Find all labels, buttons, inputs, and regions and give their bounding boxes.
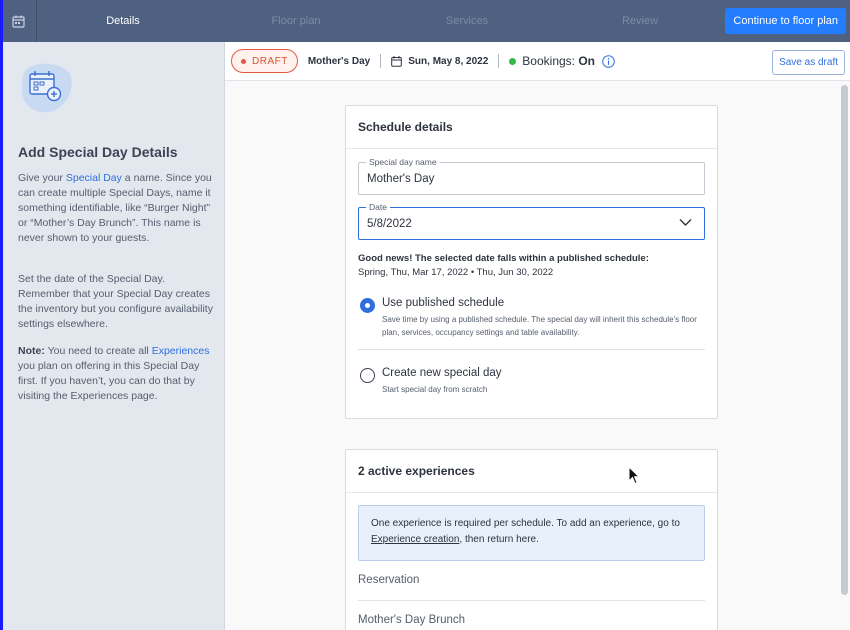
experience-item-mothers-day-brunch[interactable]: Mother's Day Brunch (358, 614, 705, 626)
divider (358, 349, 705, 350)
experience-item-reservation[interactable]: Reservation (358, 574, 705, 586)
help-sidebar: Add Special Day Details Give your Specia… (0, 42, 225, 630)
sidebar-paragraph-date: Set the date of the Special Day. Remembe… (18, 273, 213, 330)
sidebar-text-segment: you plan on offering in this Special Day… (18, 360, 200, 402)
active-experiences-card: 2 active experiences One experience is r… (345, 449, 718, 630)
status-badge-label: DRAFT (252, 55, 288, 67)
special-day-name-field[interactable]: Special day name Mother's Day (358, 157, 705, 195)
good-news-title: Good news! The selected date falls withi… (358, 253, 649, 264)
schedule-details-card: Schedule details Special day name Mother… (345, 105, 718, 419)
experience-creation-link[interactable]: Experience creation (371, 534, 459, 545)
radio-unselected-icon[interactable] (360, 368, 375, 383)
date-select[interactable]: Date 5/8/2022 (358, 202, 705, 240)
save-as-draft-button[interactable]: Save as draft (772, 50, 845, 75)
calendar-menu-button[interactable] (0, 0, 37, 42)
special-day-name: Mother's Day (307, 55, 371, 67)
option-title: Create new special day (382, 367, 502, 379)
sidebar-text-segment: Give your (18, 172, 66, 184)
special-day-name-label: Special day name (366, 157, 440, 167)
active-experiences-title: 2 active experiences (346, 450, 717, 493)
bookings-status-dot-icon (509, 57, 517, 65)
special-day-date: Sun, May 8, 2022 (408, 55, 489, 67)
option-description: Save time by using a published schedule.… (382, 315, 697, 337)
vertical-scrollbar[interactable] (841, 85, 848, 595)
mouse-cursor-icon (628, 466, 640, 485)
special-day-header: DRAFT Mother's Day Sun, May 8, 2022 Book… (225, 42, 850, 81)
date-value: 5/8/2022 (367, 218, 412, 230)
divider (380, 54, 382, 68)
sidebar-text-segment: You need to create all (44, 345, 152, 357)
step-services[interactable]: Services (446, 0, 488, 42)
bookings-status: Bookings: On (522, 54, 595, 68)
date-label: Date (366, 202, 390, 212)
step-floor-plan[interactable]: Floor plan (272, 0, 321, 42)
calendar-icon (11, 15, 25, 28)
experiences-link[interactable]: Experiences (152, 345, 210, 357)
create-new-special-day-option[interactable]: Create new special day Start special day… (358, 367, 705, 397)
radio-selected-icon[interactable] (360, 298, 375, 313)
divider (498, 54, 500, 68)
experience-requirement-notice: One experience is required per schedule.… (358, 505, 705, 561)
top-navigation-bar: Details Floor plan Services Review Conti… (0, 0, 850, 42)
notice-text: One experience is required per schedule.… (371, 518, 680, 529)
special-day-name-value: Mother's Day (367, 173, 435, 185)
option-description: Start special day from scratch (382, 385, 488, 394)
notice-text: , then return here. (459, 534, 539, 545)
window-edge (0, 0, 3, 630)
chevron-down-icon (679, 219, 692, 226)
schedule-details-title: Schedule details (346, 106, 717, 149)
info-icon[interactable] (602, 54, 615, 68)
sidebar-paragraph-name: Give your Special Day a name. Since you … (18, 171, 213, 246)
step-details[interactable]: Details (106, 0, 140, 42)
sidebar-paragraph-note: Note: You need to create all Experiences… (18, 344, 213, 404)
bookings-value: On (578, 54, 596, 68)
calendar-icon (391, 55, 403, 67)
draft-dot-icon (241, 58, 246, 64)
note-label: Note: (18, 345, 45, 357)
divider (358, 600, 705, 601)
use-published-schedule-option[interactable]: Use published schedule Save time by usin… (358, 297, 705, 337)
main-content: Schedule details Special day name Mother… (225, 81, 850, 630)
step-review[interactable]: Review (622, 0, 658, 42)
calendar-add-illustration-icon (21, 63, 72, 113)
option-title: Use published schedule (382, 297, 505, 309)
published-schedule-range: Spring, Thu, Mar 17, 2022 • Thu, Jun 30,… (358, 267, 554, 278)
continue-to-floor-plan-button[interactable]: Continue to floor plan (725, 8, 846, 34)
bookings-label: Bookings: (522, 54, 575, 68)
special-day-link[interactable]: Special Day (66, 172, 122, 184)
status-badge: DRAFT (231, 49, 298, 73)
sidebar-title: Add Special Day Details (18, 144, 178, 160)
published-schedule-notice: Good news! The selected date falls withi… (358, 252, 649, 280)
